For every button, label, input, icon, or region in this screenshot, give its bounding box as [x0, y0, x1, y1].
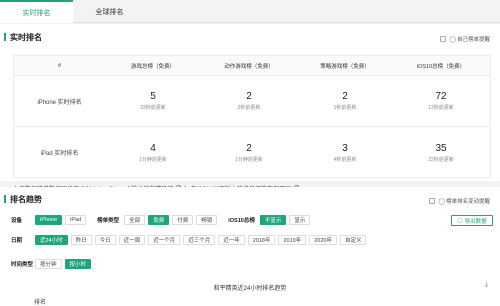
updated-time: 4秒前更新: [333, 156, 357, 163]
rank-remind-toggle[interactable]: ◯ 自己榜单提醒: [440, 35, 490, 43]
ios10-hide-button[interactable]: 不显示: [259, 215, 287, 225]
tab-bar: 实时排名 全球排名: [0, 0, 500, 23]
column-header: 游戏总榜（免费）: [130, 63, 175, 70]
section-title: 排名趋势: [4, 195, 42, 204]
realtime-rank-table: # 游戏总榜（免费） 动作游戏榜（免费） 策略游戏榜（免费） iOS10总榜（免…: [13, 55, 491, 178]
rank-value: 3: [342, 142, 348, 154]
table-row: iPad 实时排名 4 1分钟前更新 2 1分钟前更新 3 4秒前更新 35 22秒前更…: [14, 127, 490, 178]
type-grossing-button[interactable]: 畅销: [196, 215, 218, 225]
rank-value: 5: [150, 91, 156, 102]
remind-checkbox[interactable]: [429, 198, 436, 204]
table-row: iPhone 实时排名 5 33秒前更新 2 2秒前更新 2 1秒前更新 72 12秒前…: [14, 76, 490, 127]
bell-icon: ◯: [438, 198, 445, 205]
chart-y-axis-label: 排名: [34, 300, 47, 306]
filter-row-date: 日期 近24小时 昨日 今日 近一周 近一个月 近三个月 近一年 2018年 2…: [11, 235, 369, 245]
remind-label: 榜单排名变动提醒: [445, 199, 490, 205]
row-label: iPad 实时排名: [40, 151, 79, 157]
date-option-button[interactable]: 近三个月: [183, 235, 216, 245]
updated-time: 1分钟前更新: [235, 156, 263, 163]
date-label: 日期: [11, 238, 23, 244]
updated-time: 1分钟前更新: [139, 156, 167, 163]
table-header: # 游戏总榜（免费） 动作游戏榜（免费） 策略游戏榜（免费） iOS10总榜（免…: [14, 56, 490, 76]
date-option-button[interactable]: 自定义: [339, 235, 367, 245]
device-label: 设备: [11, 218, 23, 224]
date-option-button[interactable]: 2020年: [309, 235, 337, 245]
date-option-button[interactable]: 今日: [94, 235, 116, 245]
tab-realtime-rank[interactable]: 实时排名: [0, 0, 73, 23]
export-icon: ▢: [457, 217, 463, 224]
date-option-button[interactable]: 近一个月: [148, 235, 181, 245]
remind-label: 自己榜单提醒: [456, 37, 490, 43]
device-ipad-button[interactable]: iPad: [65, 215, 87, 225]
column-header: iOS10总榜（免费）: [416, 63, 466, 70]
rank-value: 2: [246, 142, 252, 154]
updated-time: 2秒前更新: [237, 105, 261, 111]
rank-value: 2: [342, 91, 348, 102]
rank-value: 72: [435, 91, 447, 102]
type-paid-button[interactable]: 付费: [172, 215, 194, 225]
time-by-hour-button[interactable]: 按小时: [64, 259, 92, 269]
updated-time: 22秒前更新: [428, 156, 454, 163]
ios10-label: iOS10总榜: [228, 218, 255, 224]
device-iphone-button[interactable]: iPhone: [35, 215, 63, 225]
rank-value: 4: [150, 142, 156, 154]
filter-row-time-type: 时间类型 按分钟 按小时: [11, 259, 94, 269]
rank-trend-section: 排名趋势 ◯ 榜单排名变动提醒 设备 iPhone iPad 榜单类型 全部 免…: [0, 187, 500, 306]
updated-time: 1秒前更新: [333, 105, 357, 111]
rank-value: 2: [246, 91, 252, 102]
date-option-button[interactable]: 2019年: [278, 235, 307, 245]
updated-time: 12秒前更新: [428, 105, 454, 111]
type-free-button[interactable]: 免费: [148, 215, 170, 225]
date-option-button[interactable]: 近一年: [218, 235, 245, 245]
column-header: 动作游戏榜（免费）: [224, 63, 274, 70]
section-title: 实时排名: [4, 33, 42, 42]
realtime-rank-section: 实时排名 ◯ 自己榜单提醒 # 游戏总榜（免费） 动作游戏榜（免费） 策略游戏榜…: [0, 24, 500, 193]
column-header: 策略游戏榜（免费）: [320, 63, 370, 70]
export-data-button[interactable]: ▢ 导出数据: [451, 215, 493, 226]
tab-global-rank[interactable]: 全球排名: [73, 0, 146, 23]
export-label: 导出数据: [464, 218, 487, 225]
rank-value: 35: [435, 142, 447, 154]
list-type-label: 榜单类型: [97, 218, 120, 224]
chart-title: 和平精英近24小时排名趋势: [213, 286, 287, 292]
column-header: #: [57, 62, 62, 69]
download-icon[interactable]: ⤓: [485, 281, 488, 289]
ios10-show-button[interactable]: 显示: [289, 215, 311, 225]
updated-time: 33秒前更新: [140, 105, 166, 111]
bell-icon: ◯: [449, 36, 456, 43]
time-by-minute-button[interactable]: 按分钟: [35, 259, 62, 269]
date-option-button[interactable]: 昨日: [70, 235, 92, 245]
trend-remind-toggle[interactable]: ◯ 榜单排名变动提醒: [429, 197, 490, 205]
type-all-button[interactable]: 全部: [124, 215, 146, 225]
filter-row-device: 设备 iPhone iPad 榜单类型 全部 免费 付费 畅销 iOS10总榜 …: [11, 215, 313, 225]
date-option-button[interactable]: 近24小时: [35, 235, 68, 245]
date-option-button[interactable]: 近一周: [118, 235, 146, 245]
row-label: iPhone 实时排名: [37, 99, 82, 106]
remind-checkbox[interactable]: [440, 36, 447, 42]
time-type-label: 时间类型: [11, 262, 34, 268]
date-option-button[interactable]: 2018年: [247, 235, 276, 245]
